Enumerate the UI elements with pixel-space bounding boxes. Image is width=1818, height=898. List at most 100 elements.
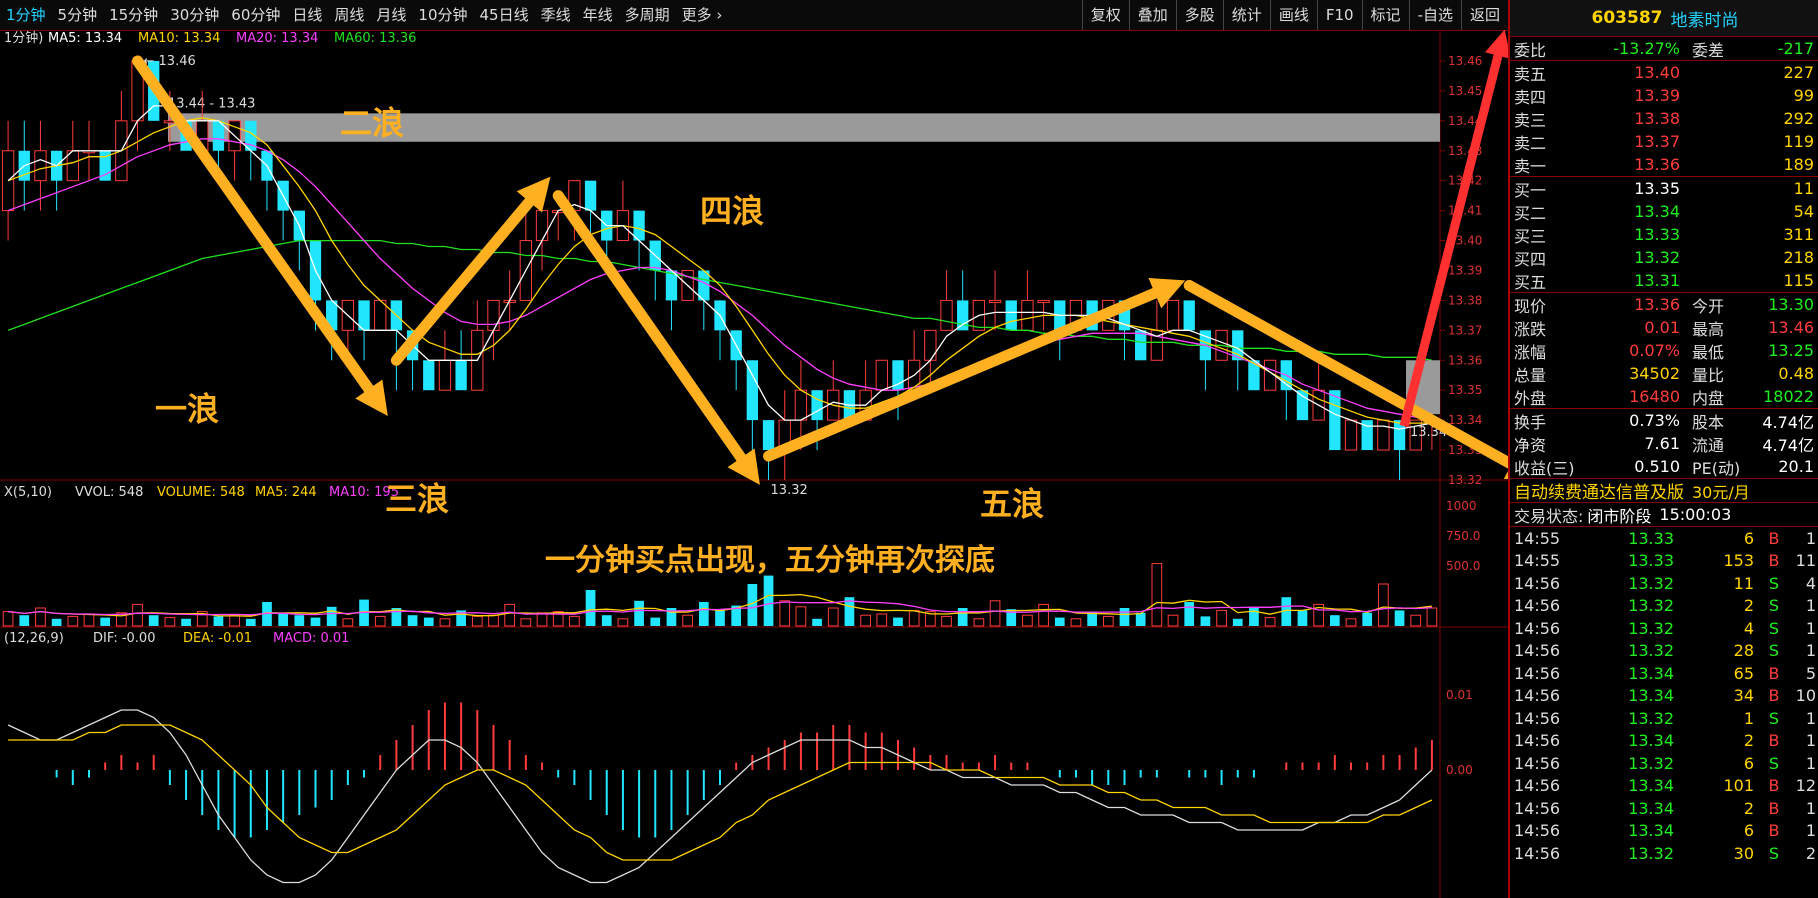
- book-label: 买三: [1514, 226, 1547, 246]
- volume-bar: [342, 618, 354, 627]
- status-value: 闭市阶段: [1587, 506, 1652, 526]
- tick-volume: 2: [1743, 731, 1754, 751]
- period-tab[interactable]: 更多 ›: [676, 0, 729, 30]
- tool-button[interactable]: 标记: [1361, 0, 1409, 30]
- weibi-label: 委比: [1514, 40, 1547, 60]
- candle: [50, 150, 63, 211]
- tick-time: 14:55: [1514, 528, 1561, 548]
- y-tick-label: 13.34: [1448, 413, 1482, 427]
- legend-value: DEA: -0.01: [183, 631, 252, 646]
- banner-text: 自动续费通达信普及版: [1514, 483, 1684, 503]
- candle: [988, 270, 1002, 331]
- period-tab[interactable]: 10分钟: [412, 0, 473, 30]
- tick-price: 13.34: [1628, 798, 1674, 818]
- vol-tick-label: 500.0: [1446, 559, 1480, 573]
- period-tab[interactable]: 日线: [286, 0, 328, 30]
- stat-value: 4.74亿: [1762, 435, 1814, 455]
- stat-label: 股本: [1692, 412, 1725, 432]
- volume-bar: [471, 615, 483, 627]
- book-volume: 218: [1783, 248, 1814, 267]
- tool-button[interactable]: 叠加: [1128, 0, 1176, 30]
- period-tab[interactable]: 30分钟: [164, 0, 225, 30]
- tick-volume: 153: [1723, 551, 1754, 571]
- volume-bar: [715, 610, 725, 626]
- tick-row: 14:56 13.32 4 S 1: [1510, 617, 1818, 640]
- book-row: 买二 13.34 54: [1510, 200, 1818, 223]
- book-row: 买三 13.33 311: [1510, 223, 1818, 246]
- candle: [1166, 299, 1180, 331]
- chart-area: 1分钟) MA5: 13.34 MA10: 13.34 MA20: 13.34 MA60…: [0, 30, 1508, 898]
- vol-tick-label: 750.0: [1446, 529, 1480, 543]
- volume-bar: [310, 617, 321, 626]
- period-tab[interactable]: 周线: [328, 0, 370, 30]
- tick-volume: 2: [1743, 798, 1754, 818]
- book-price: 13.33: [1634, 225, 1680, 244]
- stat-label: 内盘: [1692, 388, 1725, 408]
- tick-time: 14:56: [1514, 686, 1561, 706]
- stat-label: 总量: [1514, 365, 1547, 385]
- period-tab[interactable]: 60分钟: [225, 0, 286, 30]
- period-tab[interactable]: 年线: [577, 0, 619, 30]
- kline-legend: 1分钟) MA5: 13.34 MA10: 13.34 MA20: 13.34 MA60…: [4, 30, 416, 46]
- legend-value: MACD: 0.01: [273, 631, 349, 646]
- tick-time: 14:56: [1514, 821, 1561, 841]
- volume-bar: [278, 612, 288, 626]
- book-price: 13.40: [1634, 63, 1680, 82]
- wave-label: 三浪: [385, 480, 449, 518]
- tick-side: S: [1768, 618, 1780, 638]
- tick-volume: 6: [1743, 821, 1754, 841]
- book-row: 卖二 13.37 119: [1510, 130, 1818, 153]
- tick-count: 11: [1795, 551, 1816, 571]
- volume-bar: [601, 615, 612, 626]
- tool-button[interactable]: 多股: [1175, 0, 1223, 30]
- status-time: 15:00:03: [1659, 505, 1732, 524]
- y-tick-label: 13.35: [1448, 383, 1482, 397]
- volume-bar: [294, 615, 305, 626]
- wave-arrow-4: [763, 277, 1186, 462]
- ma5-line: [7, 105, 1433, 430]
- tool-button[interactable]: F10: [1316, 0, 1362, 30]
- volume-bar: [1394, 610, 1405, 626]
- tick-volume: 28: [1733, 641, 1754, 661]
- tool-button[interactable]: 画线: [1269, 0, 1317, 30]
- period-tab[interactable]: 1分钟: [0, 0, 52, 30]
- period-tab[interactable]: 季线: [535, 0, 577, 30]
- volume-bar: [617, 618, 629, 627]
- volume-bar: [100, 617, 111, 626]
- volume-bar: [860, 614, 871, 627]
- stat-value: 0.73%: [1629, 411, 1680, 430]
- candle: [907, 330, 921, 391]
- stat-label: 净资: [1514, 435, 1547, 455]
- period-tab[interactable]: 45日线: [474, 0, 535, 30]
- candle: [552, 210, 565, 241]
- tool-button[interactable]: 统计: [1222, 0, 1270, 30]
- stat-label: 最高: [1692, 319, 1725, 339]
- tick-volume: 6: [1743, 528, 1754, 548]
- stat-value: 7.61: [1644, 434, 1680, 453]
- ad-banner[interactable]: 自动续费通达信普及版 30元/月: [1510, 478, 1818, 503]
- tick-time: 14:56: [1514, 618, 1561, 638]
- tick-volume: 11: [1733, 573, 1754, 593]
- tick-count: 1: [1805, 708, 1816, 728]
- tool-button[interactable]: -自选: [1408, 0, 1461, 30]
- tool-button[interactable]: 复权: [1081, 0, 1129, 30]
- tick-side: S: [1768, 708, 1780, 728]
- legend-value: VVOL: 548: [75, 485, 143, 500]
- stock-code[interactable]: 603587: [1592, 8, 1663, 28]
- stock-name[interactable]: 地素时尚: [1670, 6, 1738, 31]
- period-tab[interactable]: 多周期: [619, 0, 676, 30]
- weicha-value: -217: [1777, 39, 1814, 58]
- book-row: 卖三 13.38 292: [1510, 107, 1818, 130]
- volume-bar: [893, 617, 903, 626]
- legend-value: MA5: 13.34: [48, 31, 122, 46]
- quote-header: 603587 地素时尚: [1510, 0, 1818, 37]
- tool-button[interactable]: 返回: [1460, 0, 1508, 30]
- tick-side: B: [1768, 686, 1780, 706]
- volume-bar: [1038, 603, 1049, 627]
- volume-bar: [504, 603, 516, 627]
- tick-count: 1: [1805, 618, 1816, 638]
- volume-bar: [374, 615, 386, 627]
- period-tab[interactable]: 月线: [370, 0, 412, 30]
- period-tab[interactable]: 5分钟: [52, 0, 104, 30]
- period-tab[interactable]: 15分钟: [103, 0, 164, 30]
